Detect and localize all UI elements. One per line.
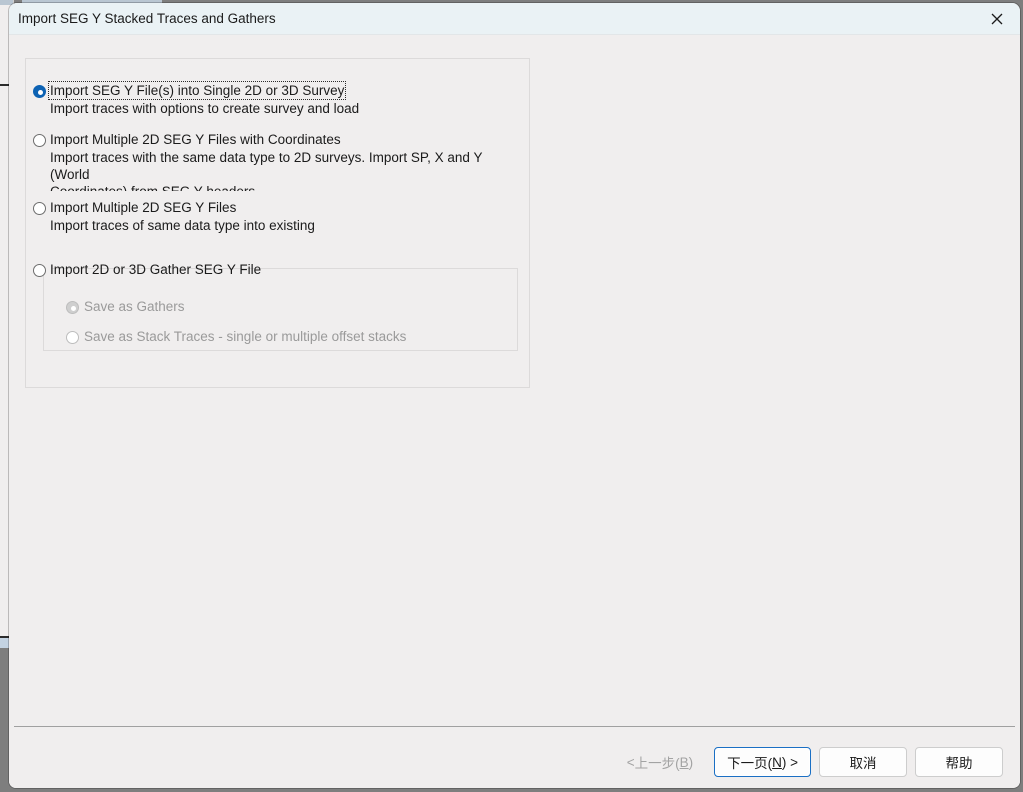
back-button-suffix: ) bbox=[688, 754, 694, 770]
footer-divider bbox=[14, 726, 1015, 727]
radio-indicator-selected-disabled bbox=[66, 301, 79, 314]
radio-description-line1: Import traces with the same data type to… bbox=[50, 150, 483, 165]
dialog-titlebar: Import SEG Y Stacked Traces and Gathers bbox=[9, 3, 1020, 35]
cancel-button-label: 取消 bbox=[849, 756, 877, 771]
radio-label-save-as-stack-traces: Save as Stack Traces - single or multipl… bbox=[84, 329, 407, 344]
radio-indicator-selected bbox=[33, 85, 46, 98]
import-segy-dialog: Import SEG Y Stacked Traces and Gathers … bbox=[9, 3, 1020, 788]
radio-description-line2: (World bbox=[50, 167, 90, 182]
radio-indicator-unselected bbox=[33, 202, 46, 215]
radio-description-import-single-survey: Import traces with options to create sur… bbox=[50, 101, 360, 116]
radio-label-save-as-gathers: Save as Gathers bbox=[84, 299, 185, 314]
radio-description-line3-clipped: Coordinates) from SEG Y headers. bbox=[50, 183, 510, 191]
next-button-suffix: ) > bbox=[781, 754, 798, 770]
next-button[interactable]: 下一页(N) > bbox=[714, 747, 811, 777]
radio-label-import-multiple-2d: Import Multiple 2D SEG Y Files bbox=[50, 200, 237, 215]
back-button-prefix: < bbox=[626, 754, 635, 770]
help-button-label: 帮助 bbox=[945, 756, 973, 771]
dialog-footer-buttons: < 上一步(B) 下一页(N) > 取消 帮助 bbox=[606, 747, 1003, 777]
close-icon[interactable] bbox=[974, 3, 1020, 35]
back-button[interactable]: < 上一步(B) bbox=[613, 747, 707, 777]
back-button-label: 上一步( bbox=[634, 756, 680, 771]
cancel-button[interactable]: 取消 bbox=[819, 747, 907, 777]
radio-indicator-unselected bbox=[33, 264, 46, 277]
radio-label-import-single-survey: Import SEG Y File(s) into Single 2D or 3… bbox=[47, 81, 347, 100]
radio-label-import-multiple-2d-with-coordinates: Import Multiple 2D SEG Y Files with Coor… bbox=[50, 132, 341, 147]
help-button[interactable]: 帮助 bbox=[915, 747, 1003, 777]
radio-description-import-multiple-2d: Import traces of same data type into exi… bbox=[50, 218, 315, 233]
back-button-mnemonic: B bbox=[679, 754, 689, 770]
radio-label-import-gather-file: Import 2D or 3D Gather SEG Y File bbox=[50, 262, 262, 277]
next-button-mnemonic: N bbox=[772, 754, 782, 770]
radio-indicator-unselected-disabled bbox=[66, 331, 79, 344]
gather-group-legend-background: Import 2D or 3D Gather SEG Y File bbox=[33, 262, 261, 277]
next-button-label: 下一页( bbox=[727, 756, 773, 771]
import-options-group: Import SEG Y File(s) into Single 2D or 3… bbox=[25, 58, 530, 388]
dialog-content: Import SEG Y File(s) into Single 2D or 3… bbox=[9, 35, 1020, 788]
dialog-title: Import SEG Y Stacked Traces and Gathers bbox=[18, 11, 276, 26]
radio-indicator-unselected bbox=[33, 134, 46, 147]
